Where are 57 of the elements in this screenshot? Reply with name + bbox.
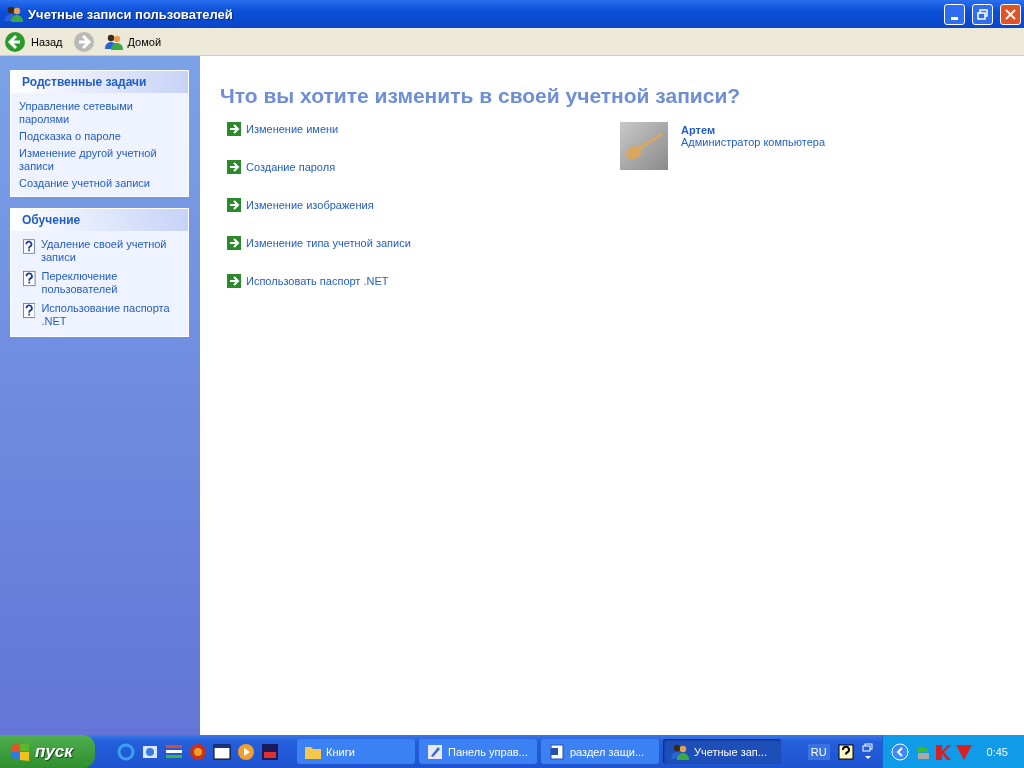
minimize-icon — [951, 16, 958, 20]
windows-logo-icon — [10, 742, 30, 761]
folder-icon — [305, 744, 321, 759]
action-link[interactable]: Использовать паспорт .NET — [246, 274, 389, 288]
minimize-button[interactable] — [944, 3, 965, 25]
action-link[interactable]: Изменение изображения — [246, 198, 374, 212]
floppy-icon[interactable] — [261, 742, 279, 761]
arrow-icon — [227, 274, 241, 288]
restore-icon — [977, 8, 988, 20]
play-icon[interactable] — [237, 742, 255, 761]
clock: 0:45 — [986, 745, 1008, 758]
user-name: Артем — [681, 123, 716, 136]
users-icon — [104, 33, 123, 50]
control-panel-icon — [427, 743, 443, 760]
arrow-icon — [227, 198, 241, 212]
users-icon — [5, 6, 23, 22]
help-icon — [23, 270, 36, 287]
panel-title: Обучение — [11, 209, 188, 231]
restore-button[interactable] — [972, 3, 993, 25]
document-icon — [549, 743, 565, 760]
task-link[interactable]: Управление сетевыми паролями — [19, 100, 180, 126]
taskbar-button[interactable]: Книги — [297, 739, 415, 764]
arrow-icon — [227, 160, 241, 174]
chevron-icon[interactable] — [890, 742, 909, 761]
action-link[interactable]: Изменение типа учетной записи — [246, 236, 411, 250]
arrow-icon — [227, 236, 241, 250]
panel-title: Родственные задачи — [11, 71, 188, 93]
windows-icon[interactable] — [861, 742, 874, 761]
window-title: Учетные записи пользователей — [28, 6, 234, 22]
close-button[interactable] — [1000, 3, 1021, 25]
home-button[interactable]: Домой — [104, 33, 168, 50]
action-link[interactable]: Создание пароля — [246, 160, 336, 174]
start-button[interactable]: пуск — [0, 735, 95, 768]
help-link[interactable]: Переключение пользователей — [41, 270, 180, 296]
help-icon — [23, 238, 35, 255]
language-indicator[interactable]: RU — [807, 743, 830, 760]
task-link[interactable]: Создание учетной записи — [19, 177, 180, 190]
task-link[interactable]: Подсказка о пароле — [19, 130, 180, 143]
close-icon — [1005, 8, 1016, 20]
bars-icon[interactable] — [165, 742, 183, 761]
help-link[interactable]: Удаление своей учетной записи — [40, 238, 180, 264]
arrow-icon — [227, 122, 241, 136]
user-picture — [620, 122, 668, 170]
help-icon[interactable] — [837, 743, 854, 760]
taskbar-button[interactable]: Учетные зап... — [663, 739, 781, 764]
page-heading: Что вы хотите изменить в своей учетной записи? — [220, 84, 742, 108]
circle-icon[interactable] — [189, 742, 207, 761]
task-link[interactable]: Изменение другой учетной записи — [19, 147, 180, 173]
window-icon[interactable] — [213, 742, 231, 761]
help-icon — [23, 302, 36, 319]
taskbar-button[interactable]: раздел защи... — [541, 739, 659, 764]
user-role: Администратор компьютера — [681, 136, 825, 148]
back-button[interactable]: Назад — [4, 30, 69, 53]
action-link[interactable]: Изменение имени — [246, 122, 339, 136]
help-link[interactable]: Использование паспорта .NET — [41, 302, 180, 328]
taskbar-button[interactable]: Панель управ... — [419, 739, 537, 764]
users-icon — [671, 743, 689, 760]
